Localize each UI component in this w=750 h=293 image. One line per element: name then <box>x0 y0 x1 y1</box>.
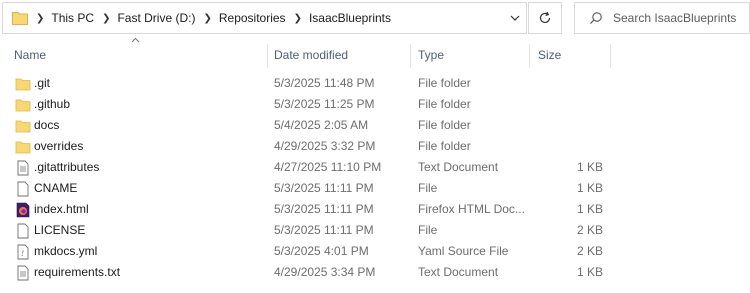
breadcrumb-repositories[interactable]: Repositories <box>219 11 286 25</box>
file-date: 5/3/2025 11:11 PM <box>274 223 374 237</box>
chevron-down-icon <box>510 15 520 21</box>
folder-icon <box>12 12 28 25</box>
firefox-html-icon <box>16 202 30 218</box>
column-header-row: Name Date modified Type Size <box>0 44 750 68</box>
address-bar[interactable]: ❯ This PC ❯ Fast Drive (D:) ❯ Repositori… <box>2 2 527 34</box>
file-size <box>536 136 603 157</box>
file-size: 1 KB <box>576 181 603 195</box>
file-date: 5/3/2025 11:25 PM <box>274 97 375 111</box>
breadcrumb-this-pc[interactable]: This PC <box>51 11 94 25</box>
file-date: 5/4/2025 2:05 AM <box>274 118 369 132</box>
file-date: 5/3/2025 4:01 PM <box>274 244 369 258</box>
search-placeholder: Search IsaacBlueprints <box>613 11 737 25</box>
file-date: 5/3/2025 11:48 PM <box>274 76 375 90</box>
file-row[interactable]: requirements.txt 4/29/2025 3:34 PM Text … <box>0 262 750 283</box>
file-row[interactable]: index.html 5/3/2025 11:11 PM Firefox HTM… <box>0 199 750 220</box>
folder-icon <box>15 120 31 133</box>
breadcrumb-separator-icon[interactable]: ❯ <box>294 13 302 24</box>
refresh-button[interactable] <box>528 2 562 34</box>
file-row[interactable]: .gitattributes 4/27/2025 11:10 PM Text D… <box>0 157 750 178</box>
column-divider[interactable] <box>267 44 268 68</box>
column-divider[interactable] <box>529 44 530 68</box>
file-size: 1 KB <box>576 265 603 279</box>
file-row[interactable]: CNAME 5/3/2025 11:11 PM File 1 KB <box>0 178 750 199</box>
file-size: 1 KB <box>576 202 603 216</box>
breadcrumb-drive[interactable]: Fast Drive (D:) <box>117 11 195 25</box>
file-row[interactable]: .github 5/3/2025 11:25 PM File folder <box>0 94 750 115</box>
breadcrumb-separator-icon: ❯ <box>36 12 45 24</box>
file-type: Firefox HTML Doc... <box>418 202 525 216</box>
file-size: 2 KB <box>576 223 603 237</box>
column-header-name[interactable]: Name <box>14 44 46 66</box>
file-type: Text Document <box>418 160 499 174</box>
text-document-icon <box>17 265 29 281</box>
column-divider[interactable] <box>610 44 611 68</box>
file-size: 2 KB <box>576 244 603 258</box>
file-date: 4/29/2025 3:32 PM <box>274 139 376 153</box>
column-header-size[interactable]: Size <box>538 44 561 66</box>
file-name: LICENSE <box>34 223 86 237</box>
file-type: File folder <box>418 139 471 153</box>
folder-icon <box>15 99 31 112</box>
file-name: docs <box>34 118 60 132</box>
file-row[interactable]: overrides 4/29/2025 3:32 PM File folder <box>0 136 750 157</box>
column-divider[interactable] <box>410 44 411 68</box>
file-size <box>536 115 603 136</box>
file-type: File folder <box>418 97 471 111</box>
file-name: index.html <box>34 202 89 216</box>
file-size: 1 KB <box>576 160 603 174</box>
file-list: .git 5/3/2025 11:48 PM File folder .gith… <box>0 73 750 283</box>
folder-icon <box>15 141 31 154</box>
file-icon <box>17 223 29 239</box>
file-type: File <box>418 181 438 195</box>
search-icon <box>590 12 602 24</box>
folder-icon <box>15 78 31 91</box>
file-size <box>536 94 603 115</box>
file-name: .gitattributes <box>34 160 100 174</box>
file-name: .git <box>34 76 51 90</box>
column-header-type[interactable]: Type <box>418 44 444 66</box>
file-type: File <box>418 223 438 237</box>
file-date: 4/27/2025 11:10 PM <box>274 160 382 174</box>
file-type: File folder <box>418 76 471 90</box>
file-date: 5/3/2025 11:11 PM <box>274 181 374 195</box>
file-name: CNAME <box>34 181 78 195</box>
file-name: .github <box>34 97 71 111</box>
file-icon <box>17 181 29 197</box>
file-date: 5/3/2025 11:11 PM <box>274 202 374 216</box>
file-row[interactable]: ! mkdocs.yml 5/3/2025 4:01 PM Yaml Sourc… <box>0 241 750 262</box>
sort-ascending-icon <box>131 37 140 43</box>
file-row[interactable]: .git 5/3/2025 11:48 PM File folder <box>0 73 750 94</box>
search-box[interactable]: Search IsaacBlueprints <box>574 2 750 34</box>
yaml-file-icon: ! <box>17 244 29 260</box>
file-name: mkdocs.yml <box>34 244 98 258</box>
text-document-icon <box>17 160 29 176</box>
breadcrumb-separator-icon[interactable]: ❯ <box>203 13 211 24</box>
file-row[interactable]: docs 5/4/2025 2:05 AM File folder <box>0 115 750 136</box>
refresh-icon <box>539 11 551 24</box>
file-name: requirements.txt <box>34 265 121 279</box>
file-name: overrides <box>34 139 84 153</box>
file-size <box>536 73 603 94</box>
file-row[interactable]: LICENSE 5/3/2025 11:11 PM File 2 KB <box>0 220 750 241</box>
breadcrumb-current-folder[interactable]: IsaacBlueprints <box>309 11 391 25</box>
svg-text:!: ! <box>21 250 24 258</box>
address-history-dropdown[interactable] <box>504 3 526 33</box>
file-type: Text Document <box>418 265 499 279</box>
file-type: File folder <box>418 118 471 132</box>
column-header-date[interactable]: Date modified <box>274 44 348 66</box>
file-date: 4/29/2025 3:34 PM <box>274 265 376 279</box>
file-type: Yaml Source File <box>418 244 509 258</box>
breadcrumb-separator-icon[interactable]: ❯ <box>102 13 110 24</box>
